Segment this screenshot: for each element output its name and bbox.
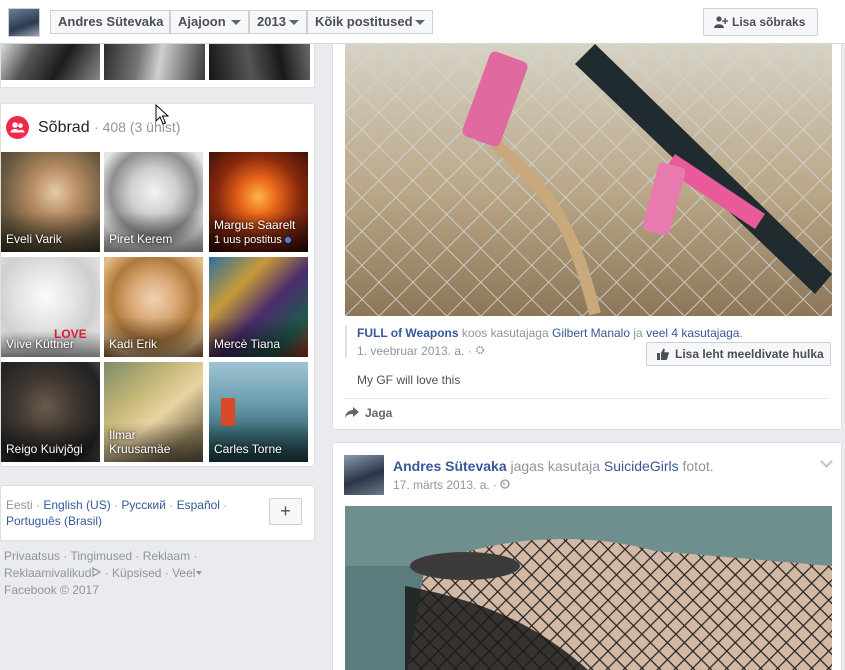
- footer-link-more[interactable]: Veel: [172, 566, 195, 580]
- post-photo[interactable]: [345, 44, 832, 316]
- profile-name-link[interactable]: Andres Sütevaka: [50, 10, 170, 34]
- friend-tile[interactable]: Kadi Erik: [104, 257, 203, 357]
- photo-thumbnail[interactable]: [1, 44, 100, 80]
- share-arrow-icon: [345, 407, 359, 418]
- thumbs-up-icon: [657, 348, 669, 360]
- timeline-label: Ajajoon: [178, 14, 226, 29]
- friend-tile[interactable]: Ilmar Kruusamäe: [104, 362, 203, 462]
- footer-link-advertising[interactable]: Reklaam: [143, 549, 190, 563]
- shared-photo-post: FULL of Weapons koos kasutajaga Gilbert …: [332, 44, 842, 430]
- friends-card: Sõbrad · 408 (3 ühist) Eveli Varik Piret…: [0, 103, 315, 467]
- friend-name[interactable]: Ilmar: [109, 428, 136, 442]
- friend-name[interactable]: Mercè Tiana: [214, 337, 280, 351]
- friend-tile[interactable]: Carles Torne: [209, 362, 308, 462]
- timeline-dropdown[interactable]: Ajajoon: [170, 10, 249, 34]
- page-name-link[interactable]: FULL of Weapons: [357, 326, 459, 340]
- action-text: jagas kasutaja: [510, 458, 601, 474]
- ad-choices-icon: [92, 566, 102, 578]
- friend-tile[interactable]: Piret Kerem: [104, 152, 203, 252]
- timeline-navigation-bar: Andres Sütevaka Ajajoon 2013 Kõik postit…: [0, 0, 845, 44]
- friend-tile[interactable]: Margus Saarelt 1 uus postitus: [209, 152, 308, 252]
- add-friend-label: Lisa sõbraks: [732, 15, 806, 29]
- profile-avatar[interactable]: [8, 8, 40, 37]
- language-link[interactable]: Русский: [121, 498, 166, 512]
- more-users-link[interactable]: veel 4 kasutajaga: [646, 326, 739, 340]
- footer-link-ad-choices[interactable]: Reklaamivalikud: [4, 566, 91, 580]
- chevron-down-icon: [231, 20, 241, 25]
- more-languages-button[interactable]: +: [269, 498, 302, 525]
- new-posts-label: 1 uus postitus: [214, 234, 282, 246]
- friend-tile[interactable]: Mercè Tiana: [209, 257, 308, 357]
- post-photo[interactable]: [345, 506, 832, 670]
- friends-icon: [6, 116, 29, 139]
- plus-icon: +: [280, 501, 291, 521]
- friend-name[interactable]: Carles Torne: [214, 442, 282, 456]
- footer-link-cookies[interactable]: Küpsised: [112, 566, 161, 580]
- language-link[interactable]: Español: [177, 498, 220, 512]
- language-card: Eesti · English (US) · Русский · Español…: [0, 485, 315, 541]
- like-page-button[interactable]: Lisa leht meeldivate hulka: [646, 342, 831, 366]
- language-link[interactable]: Português (Brasil): [6, 514, 102, 528]
- page-link[interactable]: SuicideGirls: [604, 458, 679, 474]
- new-posts-note: 1 uus postitus: [214, 234, 291, 246]
- footer: Privaatsus · Tingimused · Reklaam · Rekl…: [4, 548, 284, 599]
- footer-link-terms[interactable]: Tingimused: [70, 549, 132, 563]
- and-text: ja: [633, 326, 643, 340]
- language-link[interactable]: English (US): [43, 498, 110, 512]
- friend-tile[interactable]: Reigo Kuivjõgi: [1, 362, 100, 462]
- friends-title[interactable]: Sõbrad: [38, 119, 90, 136]
- like-page-label: Lisa leht meeldivate hulka: [675, 347, 824, 361]
- photos-strip: [0, 44, 315, 88]
- chevron-down-icon[interactable]: [820, 455, 833, 468]
- photo-thumbnail[interactable]: [104, 44, 205, 80]
- profile-name: Andres Sütevaka: [58, 14, 164, 29]
- posts-filter-label: Kõik postitused: [315, 14, 413, 29]
- language-list: Eesti · English (US) · Русский · Español…: [6, 498, 228, 528]
- friend-tile[interactable]: LOVE Viive Küttner: [1, 257, 100, 357]
- friend-name[interactable]: Viive Küttner: [6, 337, 74, 351]
- author-avatar[interactable]: [344, 455, 384, 495]
- online-dot-icon: [284, 237, 291, 244]
- author-name-link[interactable]: Andres Sütevaka: [393, 458, 507, 474]
- current-language: Eesti: [6, 498, 33, 512]
- chevron-down-icon: [289, 20, 299, 25]
- post-date[interactable]: 17. märts 2013. a. ·: [393, 478, 497, 492]
- gear-icon: [476, 345, 485, 355]
- mouse-cursor-icon: [155, 104, 169, 125]
- year-label: 2013: [257, 14, 286, 29]
- divider: [345, 398, 829, 399]
- chevron-down-icon: [196, 571, 203, 575]
- posts-filter-dropdown[interactable]: Kõik postitused: [307, 10, 433, 34]
- friend-name[interactable]: Eveli Varik: [6, 232, 62, 246]
- add-friend-button[interactable]: Lisa sõbraks: [703, 8, 818, 36]
- post-date[interactable]: 1. veebruar 2013. a. ·: [357, 344, 472, 358]
- post-header: Andres Sütevaka jagas kasutaja SuicideGi…: [393, 458, 714, 474]
- shared-photo-post: Andres Sütevaka jagas kasutaja SuicideGi…: [332, 442, 842, 670]
- share-label: Jaga: [365, 406, 393, 420]
- add-friend-icon: [714, 16, 728, 28]
- with-text: koos kasutajaga: [461, 326, 549, 340]
- friend-name[interactable]: Piret Kerem: [109, 232, 172, 246]
- friend-tile[interactable]: Eveli Varik: [1, 152, 100, 252]
- share-button[interactable]: Jaga: [345, 406, 392, 420]
- chevron-down-icon: [415, 20, 425, 25]
- year-dropdown[interactable]: 2013: [249, 10, 307, 34]
- friend-name[interactable]: Reigo Kuivjõgi: [6, 442, 83, 456]
- friend-name-second-line[interactable]: Kruusamäe: [109, 442, 170, 456]
- friend-name[interactable]: Margus Saarelt: [214, 218, 295, 232]
- friend-name[interactable]: Kadi Erik: [109, 337, 157, 351]
- photo-thumbnail[interactable]: [209, 44, 310, 80]
- copyright: Facebook © 2017: [4, 583, 99, 597]
- globe-icon: [500, 479, 511, 489]
- post-caption: My GF will love this: [357, 373, 461, 387]
- object-link[interactable]: fotot.: [683, 458, 714, 474]
- tagged-user-link[interactable]: Gilbert Manalo: [552, 326, 630, 340]
- footer-link-privacy[interactable]: Privaatsus: [4, 549, 60, 563]
- post-date-row: 17. märts 2013. a. ·: [393, 478, 511, 492]
